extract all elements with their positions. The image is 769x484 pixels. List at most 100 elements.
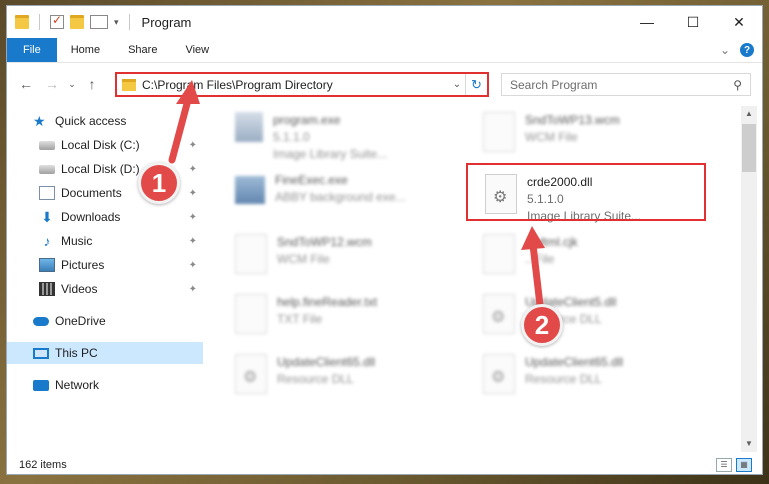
forward-button[interactable]: → <box>39 76 65 92</box>
dll-gear-icon <box>483 294 515 334</box>
generic-file-icon <box>235 234 267 274</box>
this-pc-icon <box>33 347 49 359</box>
recent-locations-button[interactable]: ⌄ <box>65 79 79 90</box>
status-bar: 162 items ☰ ▦ <box>7 454 762 475</box>
pin-icon[interactable]: ✦ <box>189 236 197 247</box>
file-version: 5.1.1.0 <box>273 130 310 144</box>
file-name: SndToWP12.wcm <box>277 235 372 249</box>
sidebar-item-label: Pictures <box>61 258 105 272</box>
pin-icon[interactable]: ✦ <box>189 284 197 295</box>
sidebar-item-music[interactable]: ♪ Music ✦ <box>7 230 203 252</box>
text-file-icon <box>235 294 267 334</box>
pin-icon[interactable]: ✦ <box>189 212 197 223</box>
sidebar-item-this-pc[interactable]: This PC <box>7 342 203 364</box>
file-item-updateclient65-dll[interactable]: UpdateClient65.dll Resource DLL <box>235 354 465 410</box>
new-folder-icon[interactable] <box>70 15 84 29</box>
pin-icon[interactable]: ✦ <box>189 260 197 271</box>
address-bar[interactable]: C:\Program Files\Program Directory ⌄ ↻ <box>115 72 489 97</box>
file-type: Resource DLL <box>277 372 354 386</box>
exe-file-icon <box>235 176 265 204</box>
disk-icon <box>39 164 55 174</box>
file-type: ABBY background exe... <box>275 190 406 204</box>
file-name: help.fineReader.txt <box>277 295 378 309</box>
sidebar-item-label: Local Disk (C:) <box>61 138 140 152</box>
file-item-html-cjk[interactable]: ...Html.cjk ...File <box>483 234 713 290</box>
pin-icon[interactable]: ✦ <box>189 140 197 151</box>
up-button[interactable]: ↑ <box>79 76 105 92</box>
search-placeholder: Search Program <box>510 77 598 92</box>
address-row: ← → ⌄ ↑ C:\Program Files\Program Directo… <box>7 68 762 100</box>
file-item-fineexec-exe[interactable]: FineExec.exe ABBY background exe... <box>235 172 465 228</box>
sidebar-item-onedrive[interactable]: OneDrive <box>7 310 203 332</box>
file-list: program.exe 5.1.1.0 Image Library Suite.… <box>207 106 741 446</box>
search-icon[interactable]: ⚲ <box>733 78 742 92</box>
tab-home[interactable]: Home <box>57 38 114 62</box>
network-icon <box>33 379 49 391</box>
file-item-sndtowp12-wcm[interactable]: SndToWP12.wcm WCM File <box>235 234 465 290</box>
callout-badge-1: 1 <box>138 162 180 204</box>
file-name: ...Html.cjk <box>525 235 578 249</box>
sidebar-item-pictures[interactable]: Pictures ✦ <box>7 254 203 276</box>
sidebar-item-quick-access[interactable]: ★ Quick access <box>7 110 203 132</box>
documents-icon <box>39 186 55 200</box>
sidebar-item-local-disk-c[interactable]: Local Disk (C:) ✦ <box>7 134 203 156</box>
sidebar-item-label: Network <box>55 378 100 392</box>
maximize-button[interactable]: ☐ <box>670 6 716 38</box>
sidebar-item-label: Quick access <box>55 114 127 128</box>
music-icon: ♪ <box>43 233 51 249</box>
sidebar-item-videos[interactable]: Videos ✦ <box>7 278 203 300</box>
tab-file[interactable]: File <box>7 38 57 62</box>
folder-icon <box>122 78 136 91</box>
file-item-updateclient5-dll[interactable]: UpdateClient5.dll Resource DLL <box>483 294 713 350</box>
close-button[interactable]: ✕ <box>716 6 762 38</box>
chevron-down-icon[interactable]: ⌄ <box>449 79 465 90</box>
file-name: FineExec.exe <box>275 173 348 187</box>
file-item-updateclient65-dll-2[interactable]: UpdateClient65.dll Resource DLL <box>483 354 713 410</box>
file-item-sndtowp13-wcm[interactable]: SndToWP13.wcm WCM File <box>483 112 713 168</box>
tab-share[interactable]: Share <box>114 38 171 62</box>
search-input[interactable]: Search Program ⚲ <box>501 73 751 96</box>
explorer-window: ▾ Program — ☐ ✕ File Home Share View ⌄ ?… <box>6 5 763 475</box>
title-bar: ▾ Program — ☐ ✕ <box>7 6 762 38</box>
details-view-icon[interactable]: ☰ <box>716 457 732 472</box>
minimize-button[interactable]: — <box>624 6 670 38</box>
chevron-down-icon[interactable]: ⌄ <box>720 43 730 57</box>
properties-icon[interactable] <box>50 13 64 29</box>
address-path[interactable]: C:\Program Files\Program Directory <box>142 78 449 92</box>
customize-toolbar-icon[interactable] <box>90 15 108 29</box>
customize-dropdown-icon[interactable]: ▾ <box>114 17 119 28</box>
file-type: TXT File <box>277 312 323 326</box>
downloads-icon: ⬇ <box>41 209 53 225</box>
star-icon: ★ <box>33 113 46 129</box>
vertical-scrollbar[interactable]: ▲ ▼ <box>741 106 757 452</box>
file-highlight-box <box>466 163 706 221</box>
sidebar-item-downloads[interactable]: ⬇ Downloads ✦ <box>7 206 203 228</box>
file-item-help-txt[interactable]: help.fineReader.txt TXT File <box>235 294 465 350</box>
file-item-program-exe[interactable]: program.exe 5.1.1.0 Image Library Suite.… <box>235 112 465 168</box>
tiles-view-icon[interactable]: ▦ <box>736 457 752 472</box>
view-buttons: ☰ ▦ <box>716 457 762 472</box>
refresh-icon[interactable]: ↻ <box>465 74 487 95</box>
scroll-down-icon[interactable]: ▼ <box>741 436 757 452</box>
divider <box>39 14 40 30</box>
sidebar-item-network[interactable]: Network <box>7 374 203 396</box>
dll-gear-icon <box>235 354 267 394</box>
file-name: SndToWP13.wcm <box>525 113 620 127</box>
scroll-up-icon[interactable]: ▲ <box>741 106 757 122</box>
exe-file-icon <box>235 112 263 142</box>
pin-icon[interactable]: ✦ <box>189 188 197 199</box>
sidebar-item-label: Documents <box>61 186 122 200</box>
file-type: Resource DLL <box>525 372 602 386</box>
window-title: Program <box>141 14 192 30</box>
pin-icon[interactable]: ✦ <box>189 164 197 175</box>
tab-view[interactable]: View <box>171 38 223 62</box>
sidebar-item-label: Downloads <box>61 210 121 224</box>
help-icon[interactable]: ? <box>740 43 754 57</box>
back-button[interactable]: ← <box>13 76 39 92</box>
file-type: WCM File <box>525 130 578 144</box>
file-name: program.exe <box>273 113 341 127</box>
dll-gear-icon <box>483 354 515 394</box>
file-type: WCM File <box>277 252 330 266</box>
quick-access-toolbar: ▾ Program <box>7 13 192 30</box>
scroll-thumb[interactable] <box>742 124 756 172</box>
